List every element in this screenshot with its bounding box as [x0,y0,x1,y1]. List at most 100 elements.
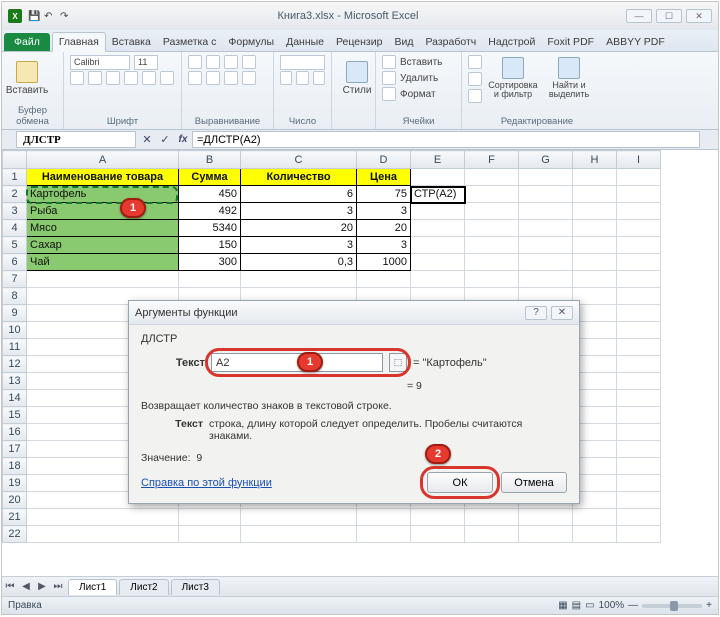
sheet-tab-1[interactable]: Лист1 [68,579,117,595]
border-button[interactable] [124,71,138,85]
tab-review[interactable]: Рецензир [330,33,388,51]
cell[interactable]: 150 [179,237,241,254]
align-left-button[interactable] [188,71,202,85]
save-icon[interactable]: 💾 [28,11,38,21]
col-header-a[interactable]: A [27,151,179,169]
sheet-tab-2[interactable]: Лист2 [119,579,168,595]
row-header[interactable]: 8 [3,288,27,305]
zoom-slider[interactable] [642,604,702,608]
cell[interactable] [617,254,661,271]
clear-button[interactable] [468,89,482,103]
autosum-button[interactable] [468,55,482,69]
cell[interactable]: 6 [241,186,357,203]
cell[interactable]: 75 [357,186,411,203]
merge-button[interactable] [242,71,256,85]
cell[interactable]: Количество [241,169,357,186]
row-header[interactable]: 2 [3,186,27,203]
cell[interactable]: 5340 [179,220,241,237]
name-box[interactable]: ДЛСТР [16,131,136,148]
font-color-button[interactable] [160,71,174,85]
zoom-in-button[interactable]: + [706,600,712,611]
row-header[interactable]: 13 [3,373,27,390]
cell[interactable] [573,169,617,186]
row-header[interactable]: 22 [3,526,27,543]
enter-formula-button[interactable]: ✓ [156,131,174,148]
file-tab[interactable]: Файл [4,33,50,51]
zoom-level[interactable]: 100% [599,600,625,611]
cell[interactable]: Картофель [27,186,179,203]
tab-insert[interactable]: Вставка [106,33,157,51]
sheet-tab-3[interactable]: Лист3 [171,579,220,595]
fill-color-button[interactable] [142,71,156,85]
row-header[interactable]: 14 [3,390,27,407]
cell[interactable]: Сумма [179,169,241,186]
tab-home[interactable]: Главная [52,32,106,52]
sheet-nav-prev[interactable]: ◀ [18,581,34,592]
sheet-nav-first[interactable]: ⏮ [2,581,18,592]
col-header-f[interactable]: F [465,151,519,169]
cell[interactable]: 20 [357,220,411,237]
number-format-select[interactable] [280,55,325,70]
cell-e2[interactable]: СТР(A2) [411,186,465,203]
cell[interactable]: 3 [357,237,411,254]
row-header[interactable]: 19 [3,475,27,492]
cell[interactable]: 300 [179,254,241,271]
cell[interactable] [411,254,465,271]
maximize-button[interactable]: ☐ [656,9,682,23]
cell[interactable] [573,220,617,237]
row-header[interactable]: 12 [3,356,27,373]
delete-cells-button[interactable] [382,71,396,85]
tab-view[interactable]: Вид [388,33,419,51]
col-header-e[interactable]: E [411,151,465,169]
insert-cells-button[interactable] [382,55,396,69]
cell[interactable]: 492 [179,203,241,220]
cell[interactable] [617,169,661,186]
zoom-out-button[interactable]: — [628,600,638,611]
cell[interactable]: Мясо [27,220,179,237]
tab-formulas[interactable]: Формулы [222,33,280,51]
cell[interactable] [411,220,465,237]
tab-developer[interactable]: Разработч [419,33,482,51]
row-header[interactable]: 20 [3,492,27,509]
formula-input[interactable]: =ДЛСТР(A2) [192,131,700,148]
cell[interactable]: Чай [27,254,179,271]
sheet-nav-next[interactable]: ▶ [34,581,50,592]
row-header[interactable]: 10 [3,322,27,339]
cell[interactable] [573,203,617,220]
row-header[interactable]: 1 [3,169,27,186]
currency-button[interactable] [280,71,292,85]
cell[interactable]: 3 [241,203,357,220]
col-header-b[interactable]: B [179,151,241,169]
view-normal-icon[interactable]: ▦ [558,600,567,611]
cell[interactable] [617,237,661,254]
cell[interactable] [573,254,617,271]
cell[interactable]: 450 [179,186,241,203]
col-header-i[interactable]: I [617,151,661,169]
tab-data[interactable]: Данные [280,33,330,51]
cell[interactable] [617,220,661,237]
align-bottom-button[interactable] [224,55,238,69]
cancel-button[interactable]: Отмена [501,472,567,493]
cell[interactable] [465,237,519,254]
col-header-g[interactable]: G [519,151,573,169]
cancel-formula-button[interactable]: ✕ [138,131,156,148]
view-layout-icon[interactable]: ▤ [572,600,581,611]
italic-button[interactable] [88,71,102,85]
find-select-button[interactable]: Найти и выделить [544,54,594,102]
cell[interactable] [519,203,573,220]
row-header[interactable]: 18 [3,458,27,475]
col-header-h[interactable]: H [573,151,617,169]
cell[interactable]: 1000 [357,254,411,271]
styles-button[interactable]: Стили [338,54,376,102]
tab-pagelayout[interactable]: Разметка с [157,33,223,51]
row-header[interactable]: 17 [3,441,27,458]
cell[interactable] [411,203,465,220]
comma-button[interactable] [313,71,325,85]
col-header-d[interactable]: D [357,151,411,169]
cell[interactable]: 20 [241,220,357,237]
align-middle-button[interactable] [206,55,220,69]
row-header[interactable]: 9 [3,305,27,322]
paste-button[interactable]: Вставить [8,54,46,102]
cell[interactable] [465,220,519,237]
cell[interactable] [411,169,465,186]
